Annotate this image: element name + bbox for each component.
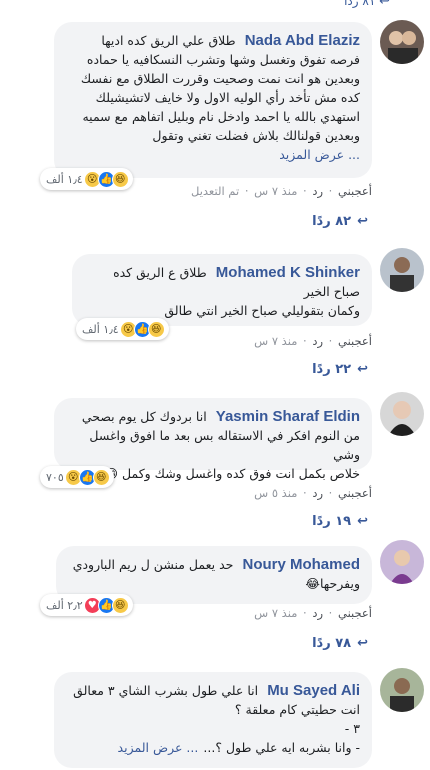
comment-item: Mu Sayed Ali انا علي طول بشرب الشاي ٣ مع…	[0, 668, 430, 770]
comment-item: Nada Abd Elaziz طلاق علي الريق كده اديها…	[0, 20, 430, 230]
see-more-link[interactable]: ... عرض المزيد	[118, 740, 199, 755]
haha-reaction-icon: 😆	[147, 320, 165, 338]
comment-time[interactable]: منذ ٥ س	[254, 486, 297, 500]
reply-action[interactable]: رد	[312, 486, 323, 500]
view-replies-link[interactable]: ↩ ١٩ ردًا	[312, 514, 368, 529]
reply-arrow-icon: ↩	[357, 636, 368, 651]
comment-item: Mohamed K Shinker طلاق ع الريق كده صباح …	[0, 248, 430, 378]
reactions-count: ٢٫٢ ألف	[46, 598, 83, 612]
haha-reaction-icon: 😆	[92, 468, 110, 486]
reactions-summary[interactable]: ٧٠٥ 😮 👍 😆	[40, 466, 114, 488]
reply-action[interactable]: رد	[312, 184, 323, 198]
comment-author[interactable]: Mu Sayed Ali	[267, 682, 360, 699]
reply-arrow-icon: ↩	[357, 214, 368, 229]
view-replies-link[interactable]: ↩ ٧٨ ردًا	[312, 636, 368, 651]
view-replies-link[interactable]: ↩ ٢٢ ردًا	[312, 362, 368, 377]
view-replies-link[interactable]: ↩ ٨٢ ردًا	[312, 214, 368, 229]
comment-item: Noury Mohamed حد يعمل منشن ل ريم البارود…	[0, 540, 430, 660]
reactions-summary[interactable]: ١٫٤ ألف 😮 👍 😆	[40, 168, 133, 190]
comment-author[interactable]: Mohamed K Shinker	[216, 264, 360, 281]
reply-action[interactable]: رد	[312, 606, 323, 620]
comment-time[interactable]: منذ ٧ س	[254, 606, 297, 620]
comment-author[interactable]: Noury Mohamed	[242, 556, 360, 573]
reactions-count: ١٫٤ ألف	[82, 322, 119, 336]
reactions-summary[interactable]: ٢٫٢ ألف ♥ 👍 😆	[40, 594, 133, 616]
comment-actions: أعجبني · رد · منذ ٧ س	[254, 606, 372, 620]
reply-arrow-icon: ↩	[379, 0, 390, 9]
reply-action[interactable]: رد	[312, 334, 323, 348]
comment-text: طلاق علي الريق كده اديها فرصه تفوق وتغسل…	[80, 33, 360, 143]
avatar[interactable]	[380, 248, 424, 292]
like-action[interactable]: أعجبني	[338, 334, 372, 348]
like-action[interactable]: أعجبني	[338, 184, 372, 198]
see-more-link[interactable]: ... عرض المزيد	[279, 147, 360, 162]
haha-reaction-icon: 😆	[111, 170, 129, 188]
avatar[interactable]	[380, 668, 424, 712]
comment-time[interactable]: منذ ٧ س	[254, 184, 297, 198]
edited-label[interactable]: تم التعديل	[191, 184, 239, 198]
haha-reaction-icon: 😆	[111, 596, 129, 614]
comment-item: Yasmin Sharaf Eldin انا بردوك كل يوم بصح…	[0, 392, 430, 532]
like-action[interactable]: أعجبني	[338, 606, 372, 620]
reply-arrow-icon: ↩	[357, 514, 368, 529]
comment-actions: أعجبني · رد · منذ ٥ س	[254, 486, 372, 500]
comment-author[interactable]: Nada Abd Elaziz	[245, 32, 360, 49]
avatar[interactable]	[380, 392, 424, 436]
comment-actions: أعجبني · رد · منذ ٧ س	[254, 334, 372, 348]
avatar[interactable]	[380, 540, 424, 584]
avatar[interactable]	[380, 20, 424, 64]
comment-time[interactable]: منذ ٧ س	[254, 334, 297, 348]
comment-actions: أعجبني · رد · منذ ٧ س · تم التعديل	[190, 184, 372, 198]
comment-bubble: Mohamed K Shinker طلاق ع الريق كده صباح …	[72, 254, 372, 326]
reactions-count: ٧٠٥	[46, 470, 64, 484]
comment-bubble: Nada Abd Elaziz طلاق علي الريق كده اديها…	[54, 22, 372, 178]
reply-arrow-icon: ↩	[357, 362, 368, 377]
comment-bubble: Mu Sayed Ali انا علي طول بشرب الشاي ٣ مع…	[54, 672, 372, 768]
comment-author[interactable]: Yasmin Sharaf Eldin	[216, 408, 360, 425]
reactions-count: ١٫٤ ألف	[46, 172, 83, 186]
previous-replies-link[interactable]: ↩ ٨١ ردًا	[344, 0, 390, 9]
comment-bubble: Yasmin Sharaf Eldin انا بردوك كل يوم بصح…	[54, 398, 372, 481]
reactions-summary[interactable]: ١٫٤ ألف 😮 👍 😆	[76, 318, 169, 340]
like-action[interactable]: أعجبني	[338, 486, 372, 500]
